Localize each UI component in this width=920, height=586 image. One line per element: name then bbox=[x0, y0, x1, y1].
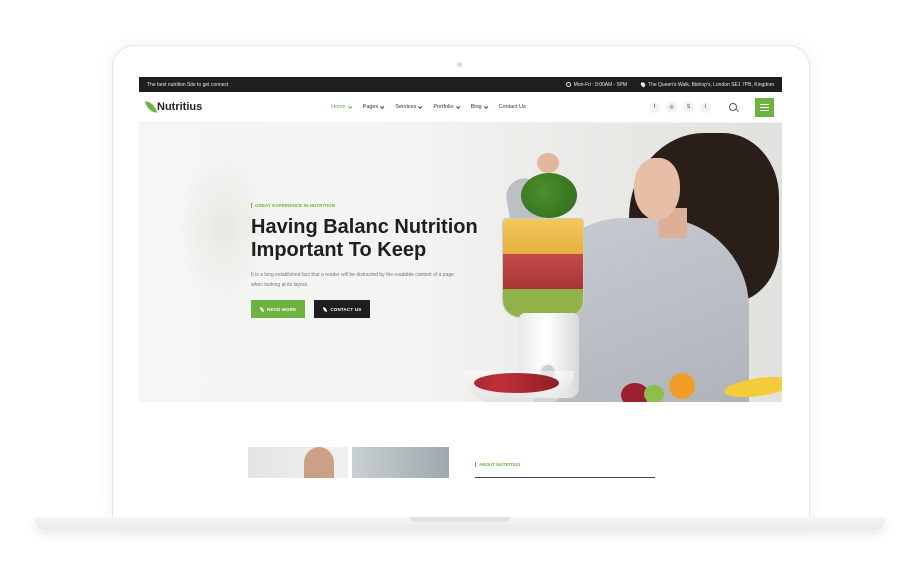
about-image-2 bbox=[352, 447, 449, 478]
orange bbox=[669, 373, 695, 399]
hamburger-line bbox=[760, 109, 769, 111]
about-person bbox=[304, 447, 334, 478]
skype-icon[interactable]: S bbox=[683, 101, 694, 113]
spinach-leaves bbox=[521, 173, 577, 218]
about-eyebrow: ABOUT NUTRITIUS bbox=[475, 462, 520, 467]
woman-hand bbox=[537, 153, 559, 173]
hero-eyebrow: GREAT EXPERIENCE IN NUTRITION bbox=[251, 203, 511, 208]
social-links: f ◎ S t bbox=[649, 101, 711, 113]
leaf-icon bbox=[323, 306, 328, 312]
button-label: READ MORE bbox=[267, 306, 297, 312]
nav-item-portfolio[interactable]: Portfolio bbox=[433, 104, 460, 110]
leaf-logo-icon bbox=[144, 99, 158, 115]
nav-label: Portfolio bbox=[433, 104, 454, 110]
contact-us-button[interactable]: CONTACT US bbox=[314, 300, 371, 318]
logo-text: Nutritius bbox=[157, 101, 203, 113]
main-navbar: Nutritius Home Pages Services Portfolio … bbox=[139, 92, 782, 123]
button-label: CONTACT US bbox=[330, 306, 362, 312]
about-heading-partial bbox=[475, 477, 655, 478]
hero-title: Having Balanc Nutrition Important To Kee… bbox=[251, 216, 478, 261]
read-more-button[interactable]: READ MORE bbox=[251, 300, 306, 318]
leaf-icon bbox=[260, 306, 264, 312]
nav-label: Services bbox=[395, 104, 417, 110]
nav-item-contact[interactable]: Contact Us bbox=[499, 104, 526, 110]
blender-jar bbox=[502, 218, 584, 318]
camera-dot bbox=[457, 62, 462, 67]
hero-description: It is a long established fact that a rea… bbox=[251, 272, 454, 288]
facebook-icon[interactable]: f bbox=[649, 101, 660, 113]
fruit-layer bbox=[503, 219, 583, 254]
hero-content: GREAT EXPERIENCE IN NUTRITION Having Bal… bbox=[251, 203, 511, 318]
twitter-icon[interactable]: t bbox=[700, 101, 711, 113]
nav-item-home[interactable]: Home bbox=[331, 104, 353, 110]
chevron-down-icon bbox=[483, 104, 488, 109]
laptop-mockup: The best nutrition Site to get connect M… bbox=[0, 0, 920, 586]
laptop-notch bbox=[410, 517, 510, 522]
woman-face bbox=[634, 158, 680, 220]
hamburger-line bbox=[760, 106, 769, 108]
website-screen: The best nutrition Site to get connect M… bbox=[139, 77, 782, 478]
hero-section: GREAT EXPERIENCE IN NUTRITION Having Bal… bbox=[139, 123, 782, 402]
menu-toggle-button[interactable] bbox=[755, 97, 774, 117]
top-info-bar: The best nutrition Site to get connect M… bbox=[139, 77, 782, 92]
berry-layer bbox=[503, 254, 583, 289]
strawberries bbox=[474, 373, 559, 393]
nav-label: Contact Us bbox=[498, 104, 526, 110]
clock-icon bbox=[565, 82, 571, 87]
lime bbox=[644, 385, 664, 402]
instagram-icon[interactable]: ◎ bbox=[666, 101, 677, 113]
hamburger-line bbox=[760, 103, 769, 105]
location-pin-icon bbox=[639, 81, 647, 88]
chevron-down-icon bbox=[380, 104, 385, 109]
main-menu: Home Pages Services Portfolio Blog Conta… bbox=[331, 104, 526, 110]
chevron-down-icon bbox=[347, 104, 353, 109]
nav-item-pages[interactable]: Pages bbox=[362, 104, 385, 110]
topbar-address: The Queen's Walk, Bishop's, London SE1 7… bbox=[639, 81, 774, 88]
nav-label: Pages bbox=[362, 104, 379, 110]
chevron-down-icon bbox=[418, 104, 423, 109]
site-logo[interactable]: Nutritius bbox=[144, 99, 327, 115]
nav-label: Home bbox=[331, 104, 346, 110]
nav-label: Blog bbox=[470, 104, 482, 110]
hero-buttons: READ MORE CONTACT US bbox=[251, 300, 511, 318]
topbar-hours: Mon-Fri : 9:00AM - 5PM bbox=[565, 81, 628, 88]
topbar-tagline: The best nutrition Site to get connect bbox=[147, 81, 229, 88]
hours-text: Mon-Fri : 9:00AM - 5PM bbox=[573, 81, 628, 88]
nav-item-blog[interactable]: Blog bbox=[470, 104, 488, 110]
chevron-down-icon bbox=[455, 104, 460, 109]
address-text: The Queen's Walk, Bishop's, London SE1 7… bbox=[648, 81, 774, 88]
search-icon[interactable] bbox=[729, 103, 737, 111]
about-section: ABOUT NUTRITIUS bbox=[139, 402, 782, 478]
nav-item-services[interactable]: Services bbox=[395, 104, 423, 110]
